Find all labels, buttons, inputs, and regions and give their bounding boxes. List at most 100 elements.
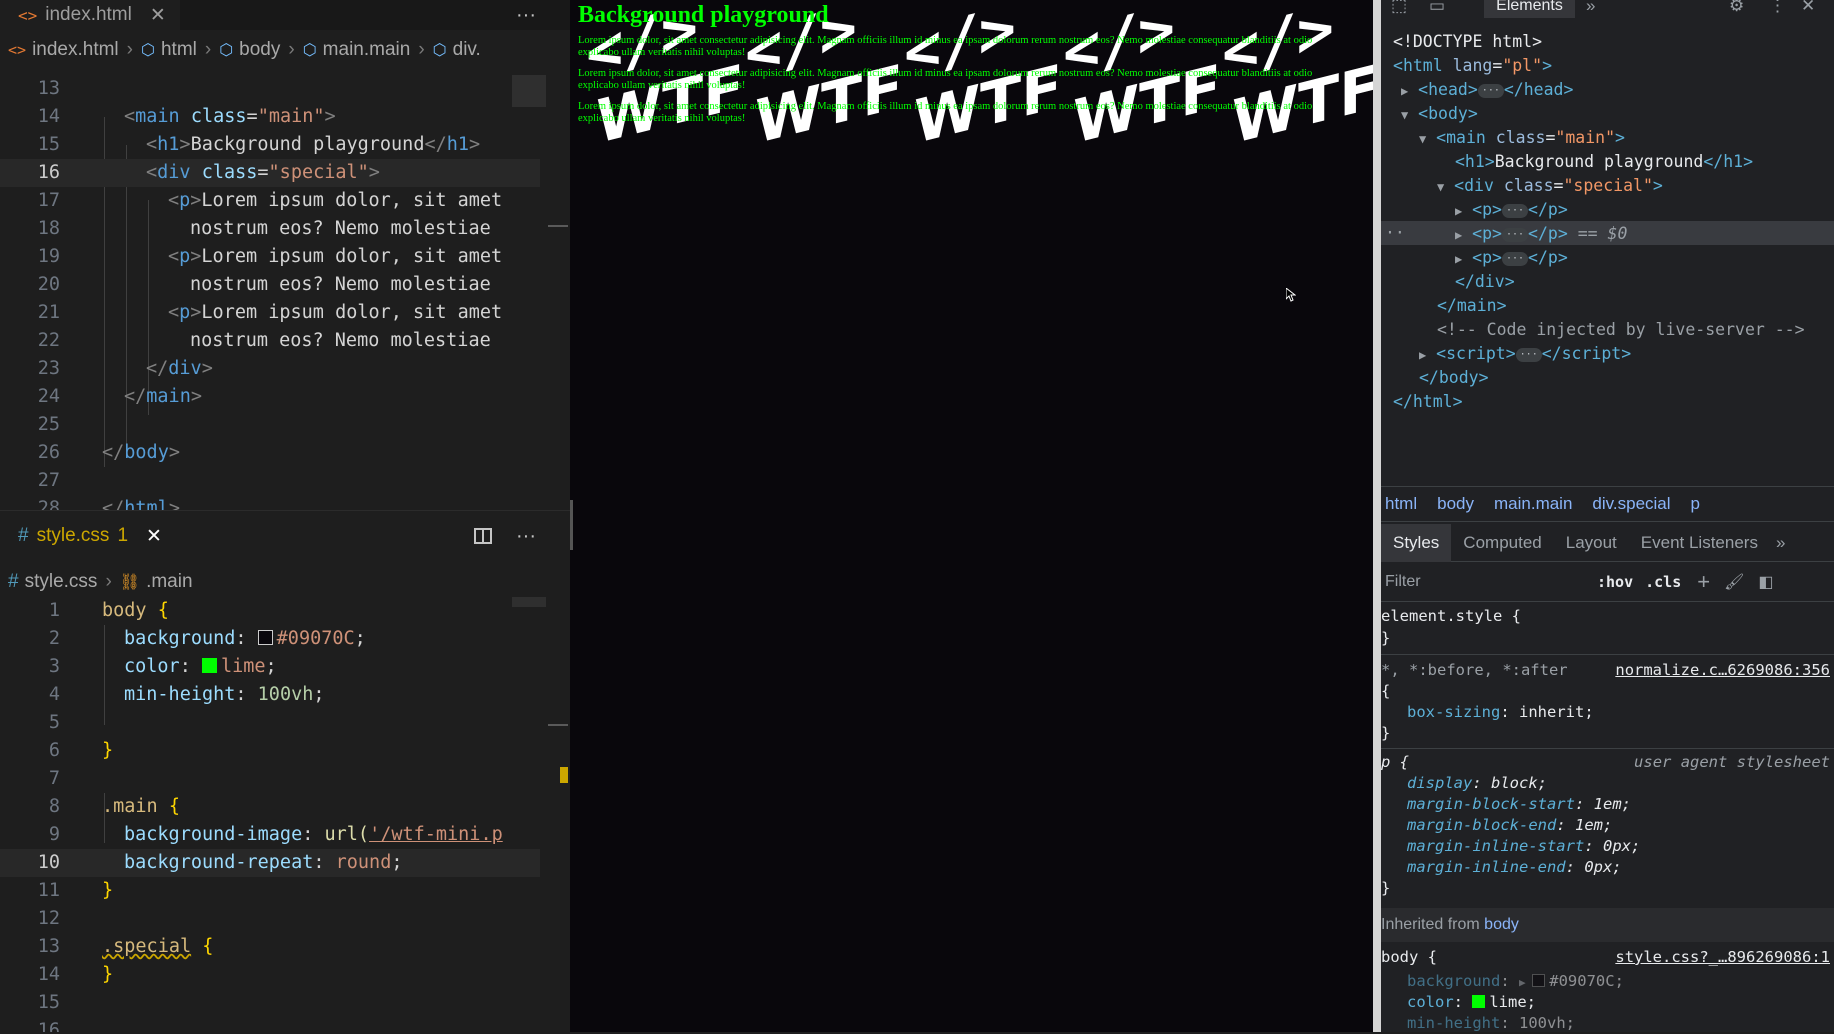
ellipsis-icon[interactable]: ··· xyxy=(1501,252,1529,266)
color-swatch[interactable] xyxy=(201,658,217,673)
dom-node-html[interactable]: <html lang="pl"> xyxy=(1393,54,1552,78)
dom-node-comment[interactable]: <!-- Code injected by live-server --> xyxy=(1437,318,1805,342)
expand-triangle-icon[interactable]: ▶ xyxy=(1401,84,1408,98)
close-icon[interactable]: ✕ xyxy=(146,525,162,548)
rule-p-selector[interactable]: p { xyxy=(1381,752,1409,773)
collapse-triangle-icon[interactable]: ▼ xyxy=(1419,132,1426,146)
rule-universal-selector[interactable]: *, *:before, *:after xyxy=(1381,660,1568,681)
tab-computed[interactable]: Computed xyxy=(1451,524,1553,562)
split-editor-icon[interactable] xyxy=(474,528,493,544)
more-tabs-icon[interactable]: » xyxy=(1586,0,1595,16)
declaration[interactable]: margin-inline-end: 0px; xyxy=(1407,857,1622,878)
add-rule-icon[interactable]: + xyxy=(1697,569,1710,595)
expand-triangle-icon[interactable]: ▶ xyxy=(1455,228,1462,242)
declaration-inherited[interactable]: background: ▶ #09070C; xyxy=(1407,971,1624,992)
expand-triangle-icon[interactable]: ▶ xyxy=(1419,348,1426,362)
breadcrumb-html[interactable]: ⬡ html xyxy=(141,39,197,61)
crumb-div[interactable]: div.special xyxy=(1592,494,1670,514)
ellipsis-icon[interactable]: ··· xyxy=(1477,84,1504,98)
filter-input[interactable]: Filter xyxy=(1385,573,1585,591)
rule-source-link[interactable]: normalize.c…6269086:356 xyxy=(1615,660,1830,681)
toggle-sidebar-icon[interactable]: ◧ xyxy=(1758,572,1773,592)
css-editor[interactable]: 1 body { 2 background: #09070C; 3 color: li… xyxy=(0,597,570,1032)
color-swatch[interactable] xyxy=(1532,974,1546,987)
breadcrumb-body[interactable]: ⬡ body xyxy=(219,39,280,61)
more-actions-icon[interactable]: ··· xyxy=(516,4,536,27)
crumb-body[interactable]: body xyxy=(1437,494,1474,514)
minimap[interactable] xyxy=(512,75,546,107)
declaration[interactable]: margin-inline-start: 0px; xyxy=(1407,836,1640,857)
hover-state-toggle[interactable]: :hov xyxy=(1597,573,1633,591)
inherited-link[interactable]: body xyxy=(1484,916,1519,933)
rule-element-style[interactable]: element.style { xyxy=(1381,606,1521,627)
dom-node-main-close[interactable]: </main> xyxy=(1437,294,1507,318)
ellipsis-icon[interactable]: ··· xyxy=(1501,228,1529,242)
close-icon[interactable]: ✕ xyxy=(150,4,166,27)
more-tabs-icon[interactable]: » xyxy=(1776,533,1785,553)
dom-node-p[interactable]: ▶ <p> ··· </p> xyxy=(1455,246,1568,270)
dom-node-main[interactable]: ▼ <main class="main"> xyxy=(1419,126,1625,150)
more-options-icon[interactable]: ⋮ xyxy=(1769,0,1786,16)
rule-close: } xyxy=(1381,879,1391,897)
rule-source-link[interactable]: style.css?_…896269086:1 xyxy=(1615,947,1830,968)
declaration[interactable]: color: lime; xyxy=(1407,992,1536,1013)
collapse-triangle-icon[interactable]: ▼ xyxy=(1401,108,1408,122)
collapse-triangle-icon[interactable]: ▼ xyxy=(1437,180,1444,194)
code-line: 24 </main> xyxy=(37,386,202,407)
minimap[interactable] xyxy=(512,597,546,607)
declaration[interactable]: margin-block-end: 1em; xyxy=(1407,815,1612,836)
tab-index-html[interactable]: <> index.html ✕ xyxy=(0,0,180,30)
dom-node-div[interactable]: ▼ <div class="special"> xyxy=(1437,174,1663,198)
crumb-html[interactable]: html xyxy=(1385,494,1417,514)
settings-icon[interactable]: ⚙ xyxy=(1729,0,1744,16)
breadcrumb-main[interactable]: ⬡ main.main xyxy=(303,39,411,61)
dom-node-body-close[interactable]: </body> xyxy=(1419,366,1489,390)
device-toolbar-icon[interactable]: ▭ xyxy=(1429,0,1445,16)
tab-layout[interactable]: Layout xyxy=(1554,524,1629,562)
breadcrumb-file[interactable]: # style.css xyxy=(8,571,97,593)
ellipsis-icon[interactable]: ··· xyxy=(1515,348,1542,362)
ellipsis-icon[interactable]: ··· xyxy=(1501,204,1529,218)
dom-node-h1[interactable]: <h1>Background playground</h1> xyxy=(1455,150,1753,174)
expand-triangle-icon[interactable]: ▶ xyxy=(1455,204,1462,218)
scrollbar[interactable] xyxy=(548,724,568,726)
expand-triangle-icon[interactable]: ▶ xyxy=(1519,976,1532,989)
dom-node-script[interactable]: ▶ <script> ··· </script> xyxy=(1419,342,1631,366)
paint-icon[interactable]: 🖌 xyxy=(1724,572,1744,592)
dom-node-p[interactable]: ▶ <p> ··· </p> xyxy=(1455,198,1568,222)
tab-elements[interactable]: Elements xyxy=(1484,0,1575,18)
dom-node-html-close[interactable]: </html> xyxy=(1393,390,1463,414)
declaration[interactable]: margin-block-start: 1em; xyxy=(1407,794,1631,815)
tab-event-listeners[interactable]: Event Listeners xyxy=(1629,524,1770,562)
class-toggle[interactable]: .cls xyxy=(1645,573,1681,591)
breadcrumb-div[interactable]: ⬡ div. xyxy=(433,39,481,61)
more-actions-icon[interactable]: ··· xyxy=(516,525,536,548)
dom-node-head[interactable]: ▶ <head> ··· </head> xyxy=(1401,78,1573,102)
declaration-inherited[interactable]: min-height: 100vh; xyxy=(1407,1013,1575,1034)
row-actions-icon[interactable]: ·· xyxy=(1385,221,1405,245)
html-editor[interactable]: 13 14 <main class="main"> 15 <h1>Backgroun… xyxy=(0,75,570,510)
code-line: 13 .special { xyxy=(37,936,214,957)
crumb-p[interactable]: p xyxy=(1691,494,1700,514)
breadcrumb-selector[interactable]: ⛓ .main xyxy=(120,571,193,593)
tab-styles[interactable]: Styles xyxy=(1381,523,1452,562)
declaration[interactable]: box-sizing: inherit; xyxy=(1407,702,1594,723)
rule-body-selector[interactable]: body { xyxy=(1381,947,1437,968)
color-swatch[interactable] xyxy=(1472,995,1486,1008)
expand-triangle-icon[interactable]: ▶ xyxy=(1455,252,1462,266)
breadcrumb-file[interactable]: <> index.html xyxy=(8,39,119,61)
crumb-main[interactable]: main.main xyxy=(1494,494,1572,514)
tab-style-css[interactable]: # style.css 1 ✕ xyxy=(0,518,176,554)
dom-node-doctype[interactable]: <!DOCTYPE html> xyxy=(1393,30,1542,54)
scrollbar[interactable] xyxy=(548,225,568,227)
inspect-element-icon[interactable]: ⬚ xyxy=(1391,0,1407,16)
color-swatch[interactable] xyxy=(257,630,273,645)
dom-node-p-selected[interactable]: ▶ <p> ··· </p> == $0 xyxy=(1455,222,1627,246)
code-line: 15 <h1>Background playground</h1> xyxy=(37,134,481,155)
declaration[interactable]: display: block; xyxy=(1407,773,1547,794)
dom-node-body[interactable]: ▼ <body> xyxy=(1401,102,1478,126)
panel-resize-handle[interactable] xyxy=(570,500,573,550)
warning-marker xyxy=(560,767,568,783)
dom-node-div-close[interactable]: </div> xyxy=(1455,270,1515,294)
close-icon[interactable]: ✕ xyxy=(1801,0,1815,16)
